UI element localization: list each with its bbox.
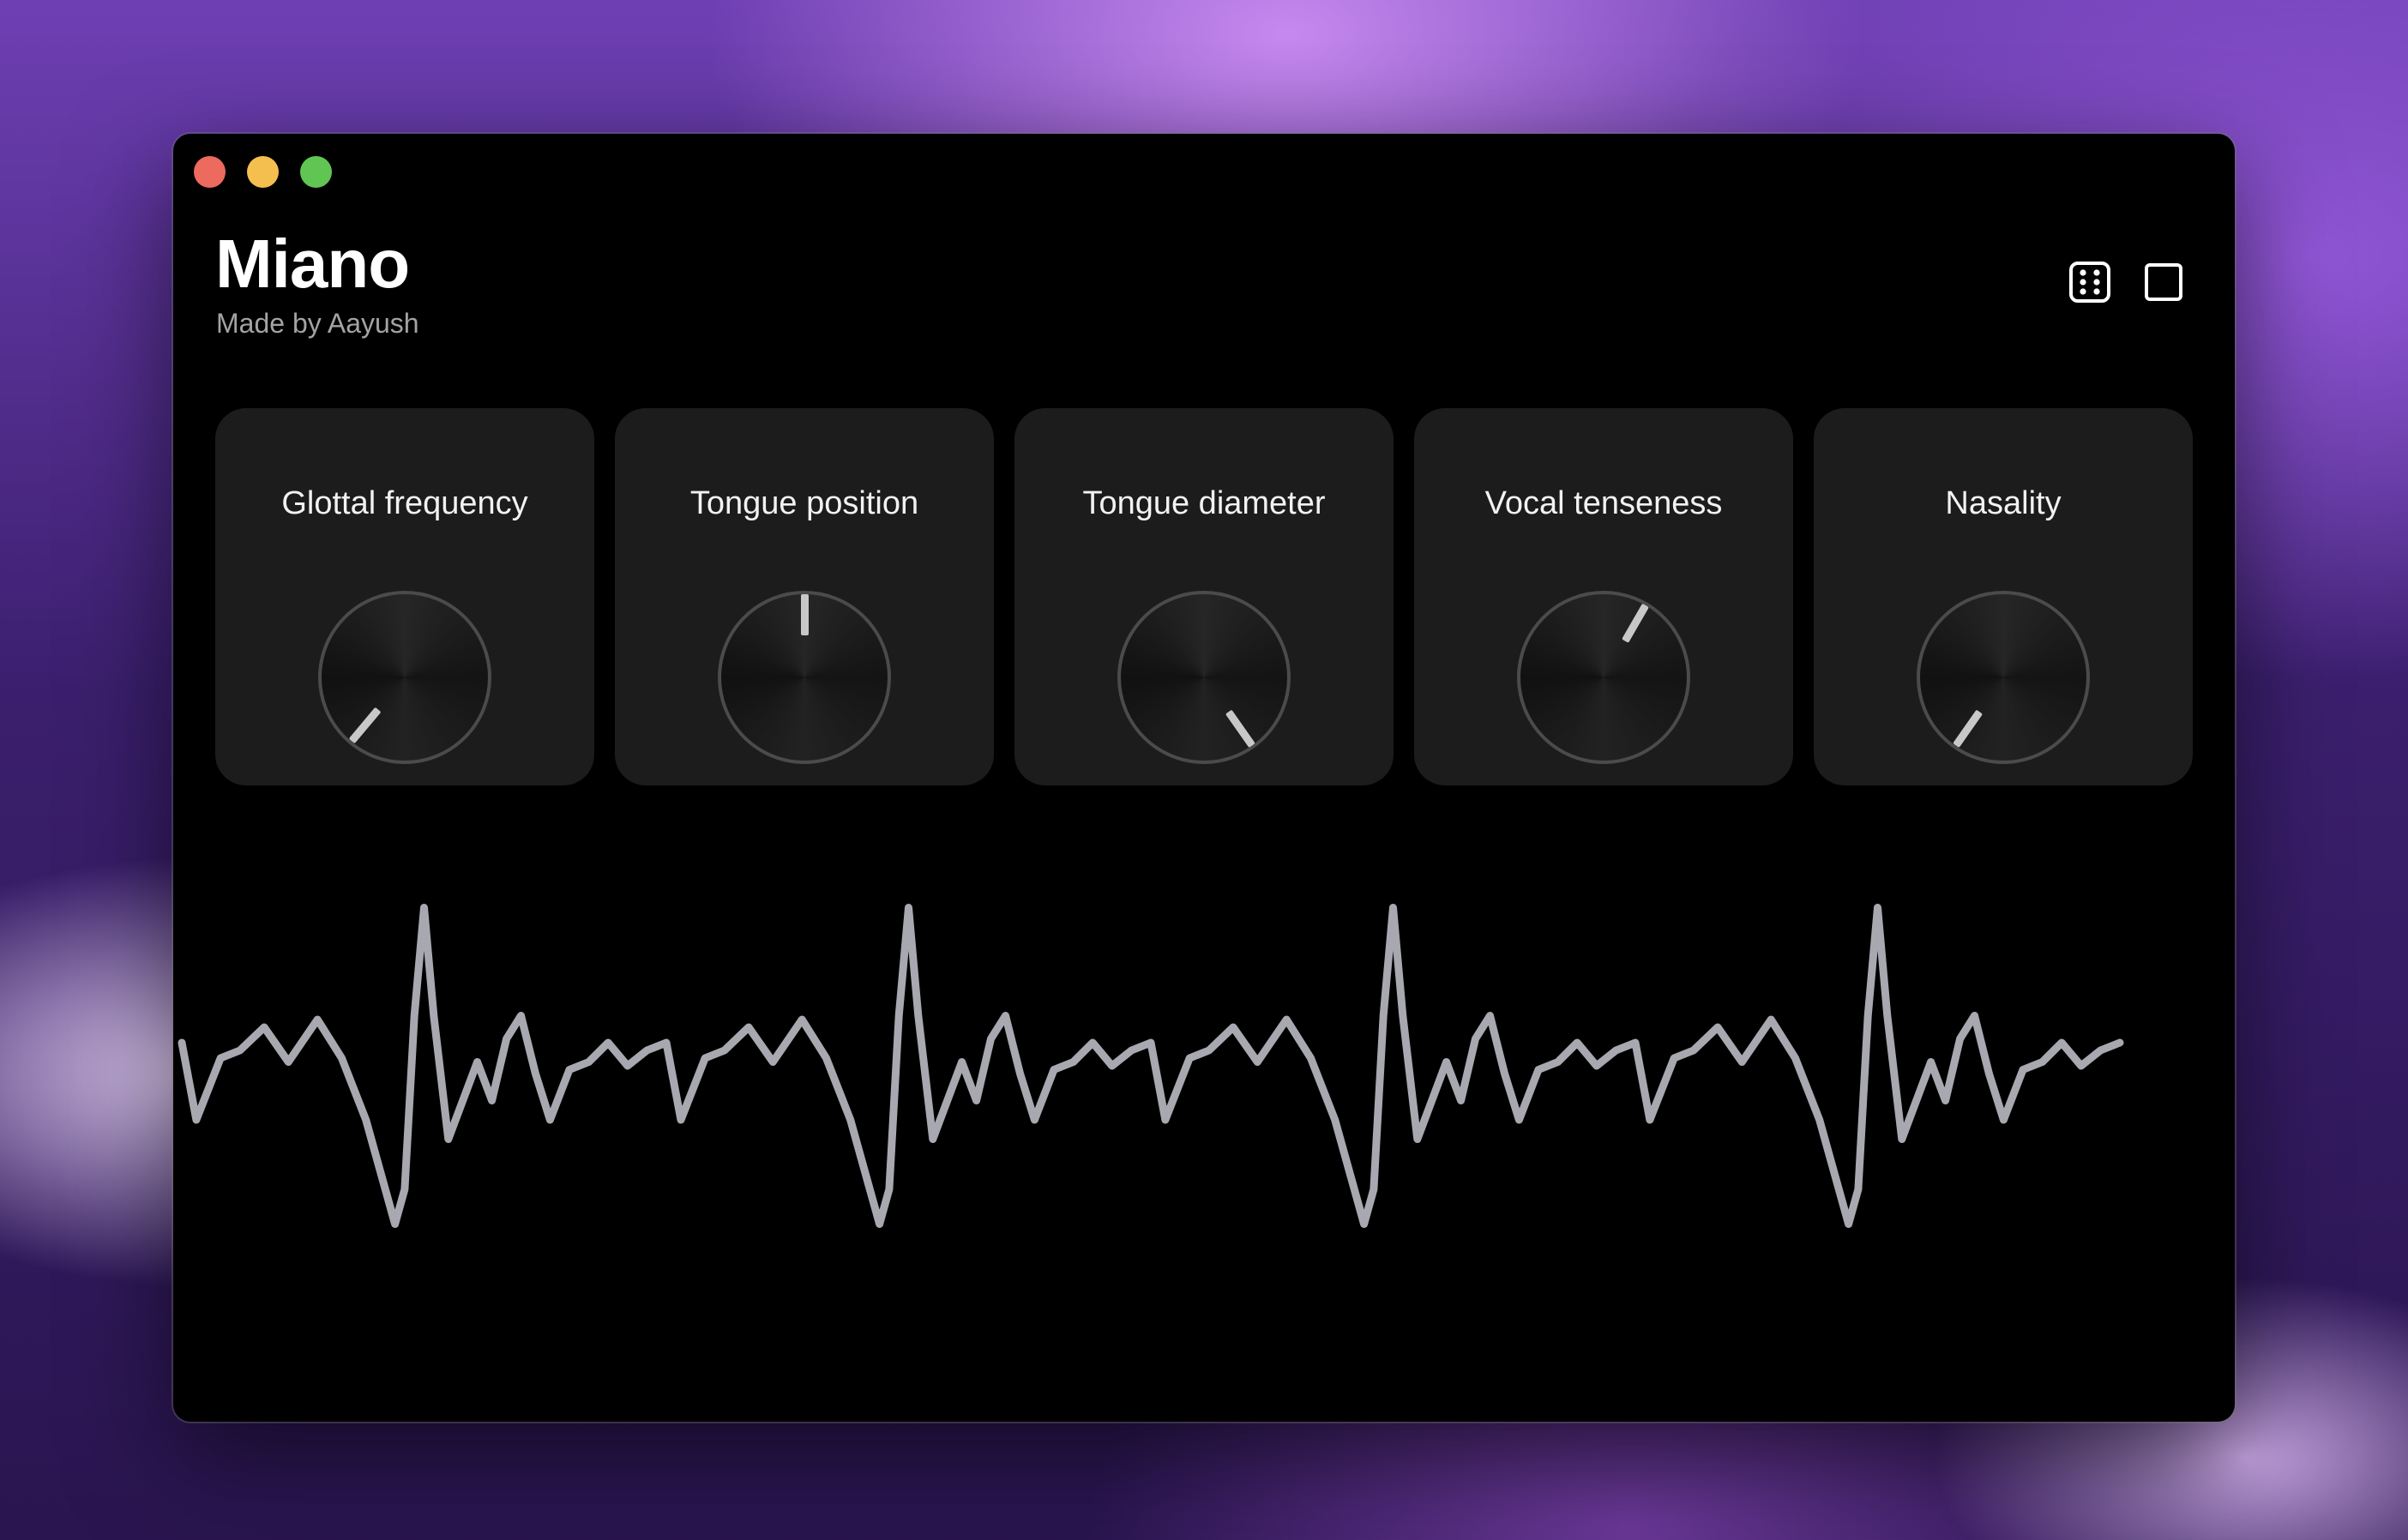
- minimize-window-button[interactable]: [247, 156, 279, 188]
- controls-panel: Glottal frequency Tongue position Tongue…: [215, 408, 2193, 785]
- control-label: Nasality: [1945, 485, 2062, 521]
- waveform-line: [178, 904, 2124, 1228]
- control-label: Tongue position: [689, 485, 919, 521]
- control-card-tongue-diameter: Tongue diameter: [1014, 408, 1394, 785]
- stop-button[interactable]: [2137, 256, 2190, 309]
- control-card-glottal-frequency: Glottal frequency: [215, 408, 594, 785]
- dice-icon: [2069, 262, 2110, 303]
- knob-indicator: [348, 707, 381, 744]
- tongue-position-knob[interactable]: [718, 591, 891, 764]
- app-subtitle: Made by Aayush: [216, 308, 419, 339]
- square-icon: [2145, 263, 2182, 301]
- glottal-frequency-knob[interactable]: [318, 591, 491, 764]
- control-label: Tongue diameter: [1082, 485, 1326, 521]
- waveform-display: [178, 904, 2124, 1228]
- nasality-knob[interactable]: [1917, 591, 2090, 764]
- knob-indicator: [800, 594, 809, 635]
- vocal-tenseness-knob[interactable]: [1517, 591, 1690, 764]
- control-label: Glottal frequency: [281, 485, 528, 521]
- control-card-nasality: Nasality: [1814, 408, 2193, 785]
- traffic-lights: [194, 156, 332, 188]
- tongue-diameter-knob[interactable]: [1117, 591, 1291, 764]
- app-title: Miano: [215, 226, 410, 302]
- zoom-window-button[interactable]: [300, 156, 332, 188]
- randomize-button[interactable]: [2063, 256, 2116, 309]
- close-window-button[interactable]: [194, 156, 226, 188]
- knob-indicator: [1621, 603, 1649, 643]
- control-label: Vocal tenseness: [1484, 485, 1723, 521]
- knob-indicator: [1952, 709, 1983, 749]
- control-card-vocal-tenseness: Vocal tenseness: [1414, 408, 1793, 785]
- app-window: Miano Made by Aayush Glottal frequency T…: [173, 134, 2235, 1422]
- knob-indicator: [1225, 709, 1255, 749]
- control-card-tongue-position: Tongue position: [615, 408, 994, 785]
